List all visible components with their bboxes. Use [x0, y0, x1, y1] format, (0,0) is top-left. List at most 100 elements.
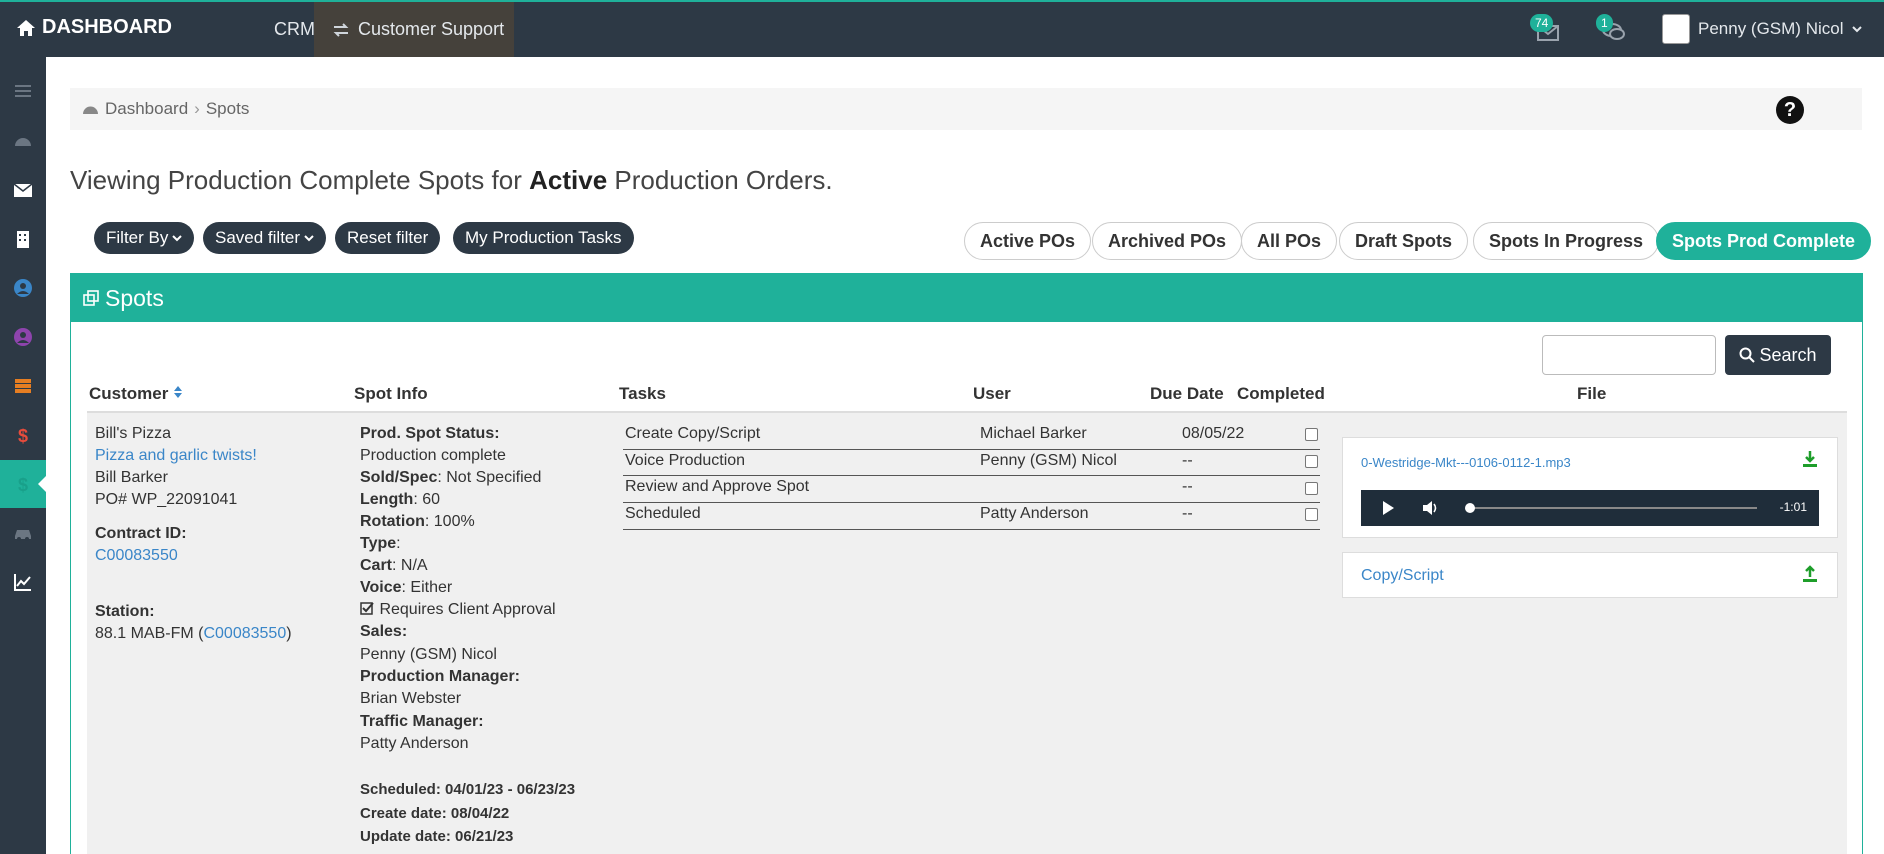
copy-script-link[interactable]: Copy/Script — [1361, 565, 1444, 587]
tab-all-pos[interactable]: All POs — [1241, 222, 1338, 260]
car-icon — [15, 530, 31, 541]
station-close: ) — [286, 625, 292, 642]
customer-slogan-link[interactable]: Pizza and garlic twists! — [95, 445, 257, 467]
client-approval-label: Requires Client Approval — [379, 601, 556, 618]
page-title: Viewing Production Complete Spots for Ac… — [70, 165, 833, 196]
tab-spots-in-progress[interactable]: Spots In Progress — [1473, 222, 1660, 260]
length: Length: 60 — [360, 489, 440, 511]
user-menu[interactable]: Penny (GSM) Nicol — [1662, 14, 1863, 44]
nav-customer-support-label: Customer Support — [358, 19, 505, 39]
rotation: Rotation: 100% — [360, 511, 475, 533]
rotation-label: Rotation — [360, 513, 425, 530]
length-label: Length — [360, 491, 414, 508]
pm-value: Brian Webster — [360, 690, 462, 707]
filter-by-button[interactable]: Filter By — [94, 222, 195, 254]
tab-archived-pos[interactable]: Archived POs — [1092, 222, 1243, 260]
sidebar-item-spots[interactable]: $ — [0, 460, 46, 508]
help-icon[interactable]: ? — [1776, 96, 1804, 124]
upload-icon[interactable] — [1801, 565, 1819, 583]
avatar — [1662, 14, 1690, 44]
column-customer[interactable]: Customer — [89, 384, 183, 404]
saved-filter-button[interactable]: Saved filter — [203, 222, 327, 254]
task-completed-checkbox[interactable] — [1305, 508, 1318, 521]
sidebar-toggle[interactable] — [0, 67, 46, 115]
task-completed-checkbox[interactable] — [1305, 455, 1318, 468]
search-button[interactable]: Search — [1725, 335, 1831, 375]
copy-script-card: Copy/Script — [1342, 552, 1838, 598]
table-row: Bill's Pizza Pizza and garlic twists! Bi… — [87, 413, 1847, 854]
progress-track[interactable] — [1469, 507, 1757, 509]
sidebar-item-vehicles[interactable] — [0, 509, 46, 557]
customer-slogan[interactable]: Pizza and garlic twists! — [95, 447, 257, 464]
messages-notification[interactable]: 74 — [1530, 14, 1560, 47]
breadcrumb: Dashboard › Spots — [70, 88, 1862, 130]
task-completed-checkbox[interactable] — [1305, 428, 1318, 441]
column-customer-label: Customer — [89, 384, 169, 403]
my-production-tasks-button[interactable]: My Production Tasks — [453, 222, 634, 254]
task-divider — [623, 502, 1320, 503]
contract-label: Contract ID: — [95, 525, 187, 542]
station-contract-link[interactable]: C00083550 — [203, 625, 286, 642]
breadcrumb-current: Spots — [205, 99, 250, 118]
envelope-icon — [13, 183, 33, 197]
dashboard-brand[interactable]: DASHBOARD — [16, 16, 172, 39]
sidebar-item-building[interactable] — [0, 215, 46, 263]
sort-icon — [174, 386, 183, 398]
download-icon[interactable] — [1801, 450, 1819, 468]
exchange-icon — [333, 22, 349, 37]
tab-active-pos[interactable]: Active POs — [964, 222, 1092, 260]
po-number: PO# WP_22091041 — [95, 491, 238, 508]
type-value: : — [396, 535, 401, 552]
tab-draft-spots[interactable]: Draft Spots — [1339, 222, 1469, 260]
nav-customer-support[interactable]: Customer Support — [314, 2, 514, 57]
task-completed-checkbox[interactable] — [1305, 482, 1318, 495]
task-name: Scheduled — [625, 505, 701, 522]
task-name: Create Copy/Script — [625, 425, 761, 442]
play-icon[interactable] — [1379, 499, 1397, 517]
column-due-date: Due Date — [1150, 384, 1224, 403]
scheduled-dates: Scheduled: 04/01/23 - 06/23/23 — [360, 781, 576, 798]
sidebar-item-contacts[interactable] — [0, 264, 46, 312]
sold-spec-value: : Not Specified — [437, 469, 542, 486]
sidebar-item-dashboard[interactable] — [0, 117, 46, 165]
task-user: Patty Anderson — [980, 505, 1089, 522]
user-circle-purple-icon — [14, 328, 32, 346]
breadcrumb-dashboard-link[interactable]: Dashboard — [105, 99, 188, 119]
nav-crm[interactable]: CRM — [274, 2, 315, 57]
volume-icon[interactable] — [1421, 499, 1439, 517]
column-user: User — [973, 384, 1011, 403]
chevron-down-icon — [172, 235, 183, 242]
sidebar-item-users[interactable] — [0, 313, 46, 361]
time-remaining: -1:01 — [1779, 500, 1807, 514]
progress-knob[interactable] — [1465, 503, 1475, 513]
title-bold: Active — [529, 165, 608, 195]
column-completed: Completed — [1237, 384, 1325, 403]
station-label: Station: — [95, 603, 155, 620]
station-value: 88.1 MAB-FM (C00083550) — [95, 623, 292, 645]
sold-spec: Sold/Spec: Not Specified — [360, 467, 541, 489]
tm-label: Traffic Manager: — [360, 713, 484, 730]
audio-player: -1:01 — [1361, 490, 1819, 526]
contract-id-link[interactable]: C00083550 — [95, 547, 178, 564]
line-chart-icon — [14, 574, 31, 591]
search-input[interactable] — [1542, 335, 1716, 375]
clone-icon — [83, 290, 99, 306]
sidebar-item-reports[interactable] — [0, 558, 46, 606]
search-icon — [1739, 347, 1756, 363]
title-prefix: Viewing Production Complete Spots for — [70, 165, 530, 195]
checked-square-icon — [360, 602, 374, 615]
gauge-icon — [15, 138, 31, 146]
chat-notification[interactable]: 1 — [1596, 14, 1626, 47]
svg-text:$: $ — [18, 426, 28, 445]
server-icon — [15, 379, 31, 393]
tab-spots-prod-complete[interactable]: Spots Prod Complete — [1656, 222, 1872, 260]
reset-filter-button[interactable]: Reset filter — [335, 222, 441, 254]
column-file: File — [1577, 384, 1607, 403]
sidebar-item-mail[interactable] — [0, 166, 46, 214]
audio-file-link[interactable]: 0-Westridge-Mkt---0106-0112-1.mp3 — [1361, 452, 1571, 474]
cart-label: Cart — [360, 557, 393, 574]
sidebar-item-billing[interactable]: $ — [0, 411, 46, 459]
home-icon — [17, 19, 35, 36]
sidebar-item-server[interactable] — [0, 362, 46, 410]
messages-badge: 74 — [1530, 14, 1554, 32]
